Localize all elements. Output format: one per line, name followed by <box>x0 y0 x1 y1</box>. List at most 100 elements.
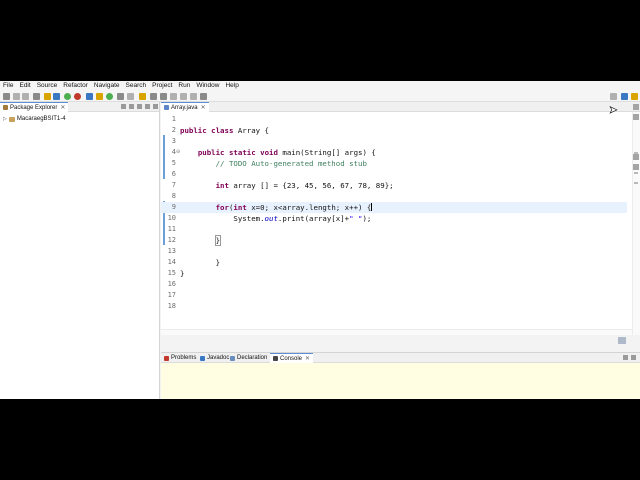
close-icon[interactable]: ✕ <box>201 104 206 111</box>
outline-view-icon[interactable] <box>633 164 639 170</box>
new-java-project-icon[interactable] <box>86 93 93 100</box>
view-menu-icon[interactable] <box>137 104 142 109</box>
code-line[interactable]: 9 for(int x=0; x<array.length; x++) { <box>161 202 627 213</box>
collapse-all-icon[interactable] <box>121 104 126 109</box>
menu-window[interactable]: Window <box>196 81 219 91</box>
print-icon[interactable] <box>33 93 40 100</box>
tab-problems[interactable]: Problems <box>161 353 199 363</box>
tab-array-java-label: Array.java <box>171 104 198 111</box>
code-text: System.out.print(array[x]+" "); <box>180 214 372 223</box>
annotation-icon[interactable] <box>139 93 146 100</box>
search-icon[interactable] <box>610 93 617 100</box>
new-package-icon[interactable] <box>96 93 103 100</box>
menu-help[interactable]: Help <box>225 81 238 91</box>
prev-annotation-icon[interactable] <box>160 93 167 100</box>
project-icon <box>8 116 15 122</box>
minimize-icon[interactable] <box>623 355 628 360</box>
menu-edit[interactable]: Edit <box>19 81 30 91</box>
open-type-icon[interactable] <box>117 93 124 100</box>
horizontal-scrollbar[interactable] <box>161 329 632 335</box>
line-number: 8 <box>171 192 176 200</box>
perspective-icon[interactable] <box>621 93 628 100</box>
pin-icon[interactable] <box>200 93 207 100</box>
next-annotation-icon[interactable] <box>150 93 157 100</box>
code-line[interactable]: 7 int array [] = {23, 45, 56, 67, 78, 89… <box>161 180 627 191</box>
back-icon[interactable] <box>180 93 187 100</box>
code-text: public static void main(String[] args) { <box>197 148 376 157</box>
problems-icon <box>164 355 169 361</box>
line-number: 13 <box>167 247 176 255</box>
tree-item-project[interactable]: ▷ MacaraegBSIT1-4 <box>3 115 66 123</box>
code-line[interactable]: 12 } <box>161 235 627 246</box>
code-line[interactable]: 5 // TODO Auto-generated method stub <box>161 158 627 169</box>
code-line[interactable]: 16 <box>161 279 627 290</box>
code-line[interactable]: 2 public class Array { <box>161 125 627 136</box>
editor-tabbar: Array.java ✕ <box>161 102 640 112</box>
code-area[interactable]: 1 2 public class Array {3 4 ⊖ public static … <box>161 114 627 329</box>
tab-package-explorer[interactable]: Package Explorer ✕ <box>0 102 69 112</box>
close-icon[interactable]: ✕ <box>305 355 310 362</box>
eclipse-window: File Edit Source Refactor Navigate Searc… <box>0 81 640 399</box>
line-number: 5 <box>171 159 176 167</box>
menu-project[interactable]: Project <box>152 81 172 91</box>
text-cursor <box>371 203 373 211</box>
skip-breakpoints-icon[interactable] <box>44 93 51 100</box>
package-explorer-tabbar: Package Explorer ✕ <box>0 102 159 112</box>
code-line[interactable]: 4 ⊖ public static void main(String[] args… <box>161 147 627 158</box>
code-line[interactable]: 15} <box>161 268 627 279</box>
menu-navigate[interactable]: Navigate <box>94 81 120 91</box>
restore-icon[interactable] <box>633 104 639 110</box>
code-line[interactable]: 13 <box>161 246 627 257</box>
code-text: } <box>180 269 185 278</box>
menu-refactor[interactable]: Refactor <box>63 81 88 91</box>
menu-file[interactable]: File <box>3 81 13 91</box>
code-line[interactable]: 8 <box>161 191 627 202</box>
new-icon[interactable] <box>3 93 10 100</box>
code-line[interactable]: 18 <box>161 301 627 312</box>
restore-icon[interactable] <box>618 337 626 344</box>
maximize-icon[interactable] <box>631 355 636 360</box>
run-icon[interactable] <box>64 93 71 100</box>
code-line[interactable]: 14 } <box>161 257 627 268</box>
tab-console-label: Console <box>280 355 303 362</box>
menu-bar: File Edit Source Refactor Navigate Searc… <box>0 81 640 91</box>
code-text: } <box>214 235 222 246</box>
last-edit-icon[interactable] <box>170 93 177 100</box>
line-number: 18 <box>167 302 176 310</box>
search-toolbar-icon[interactable] <box>127 93 134 100</box>
new-class-icon[interactable] <box>106 93 113 100</box>
code-line[interactable]: 6 <box>161 169 627 180</box>
menu-source[interactable]: Source <box>37 81 58 91</box>
line-number: 7 <box>171 181 176 189</box>
minimize-icon[interactable] <box>145 104 150 109</box>
maximize-icon[interactable] <box>153 104 158 109</box>
line-number: 4 <box>171 148 176 156</box>
code-line[interactable]: 1 <box>161 114 627 125</box>
save-icon[interactable] <box>13 93 20 100</box>
menu-run[interactable]: Run <box>178 81 190 91</box>
editor-area: Array.java ✕ 1 2 public class Array {3 4 ⊖ p… <box>161 102 640 335</box>
link-editor-icon[interactable] <box>129 104 134 109</box>
tab-declaration[interactable]: Declaration <box>227 353 270 363</box>
code-line[interactable]: 17 <box>161 290 627 301</box>
debug-icon[interactable] <box>53 93 60 100</box>
code-text: // TODO Auto-generated method stub <box>215 159 367 168</box>
tab-javadoc-label: Javadoc <box>207 355 230 361</box>
code-line[interactable]: 11 <box>161 224 627 235</box>
outline-icon[interactable] <box>633 114 639 120</box>
tab-console[interactable]: Console ✕ <box>270 353 314 363</box>
external-tools-icon[interactable] <box>74 93 81 100</box>
task-list-icon[interactable] <box>633 154 639 160</box>
code-line[interactable]: 10 System.out.print(array[x]+" "); <box>161 213 627 224</box>
console-content[interactable] <box>161 363 640 399</box>
forward-icon[interactable] <box>190 93 197 100</box>
line-number: 15 <box>167 269 176 277</box>
save-all-icon[interactable] <box>22 93 29 100</box>
tab-array-java[interactable]: Array.java ✕ <box>161 102 209 112</box>
java-perspective-icon[interactable] <box>631 93 638 100</box>
menu-search[interactable]: Search <box>126 81 147 91</box>
code-line[interactable]: 3 <box>161 136 627 147</box>
expand-arrow-icon[interactable]: ▷ <box>3 116 7 122</box>
declaration-icon <box>230 355 235 361</box>
close-icon[interactable]: ✕ <box>60 104 65 111</box>
